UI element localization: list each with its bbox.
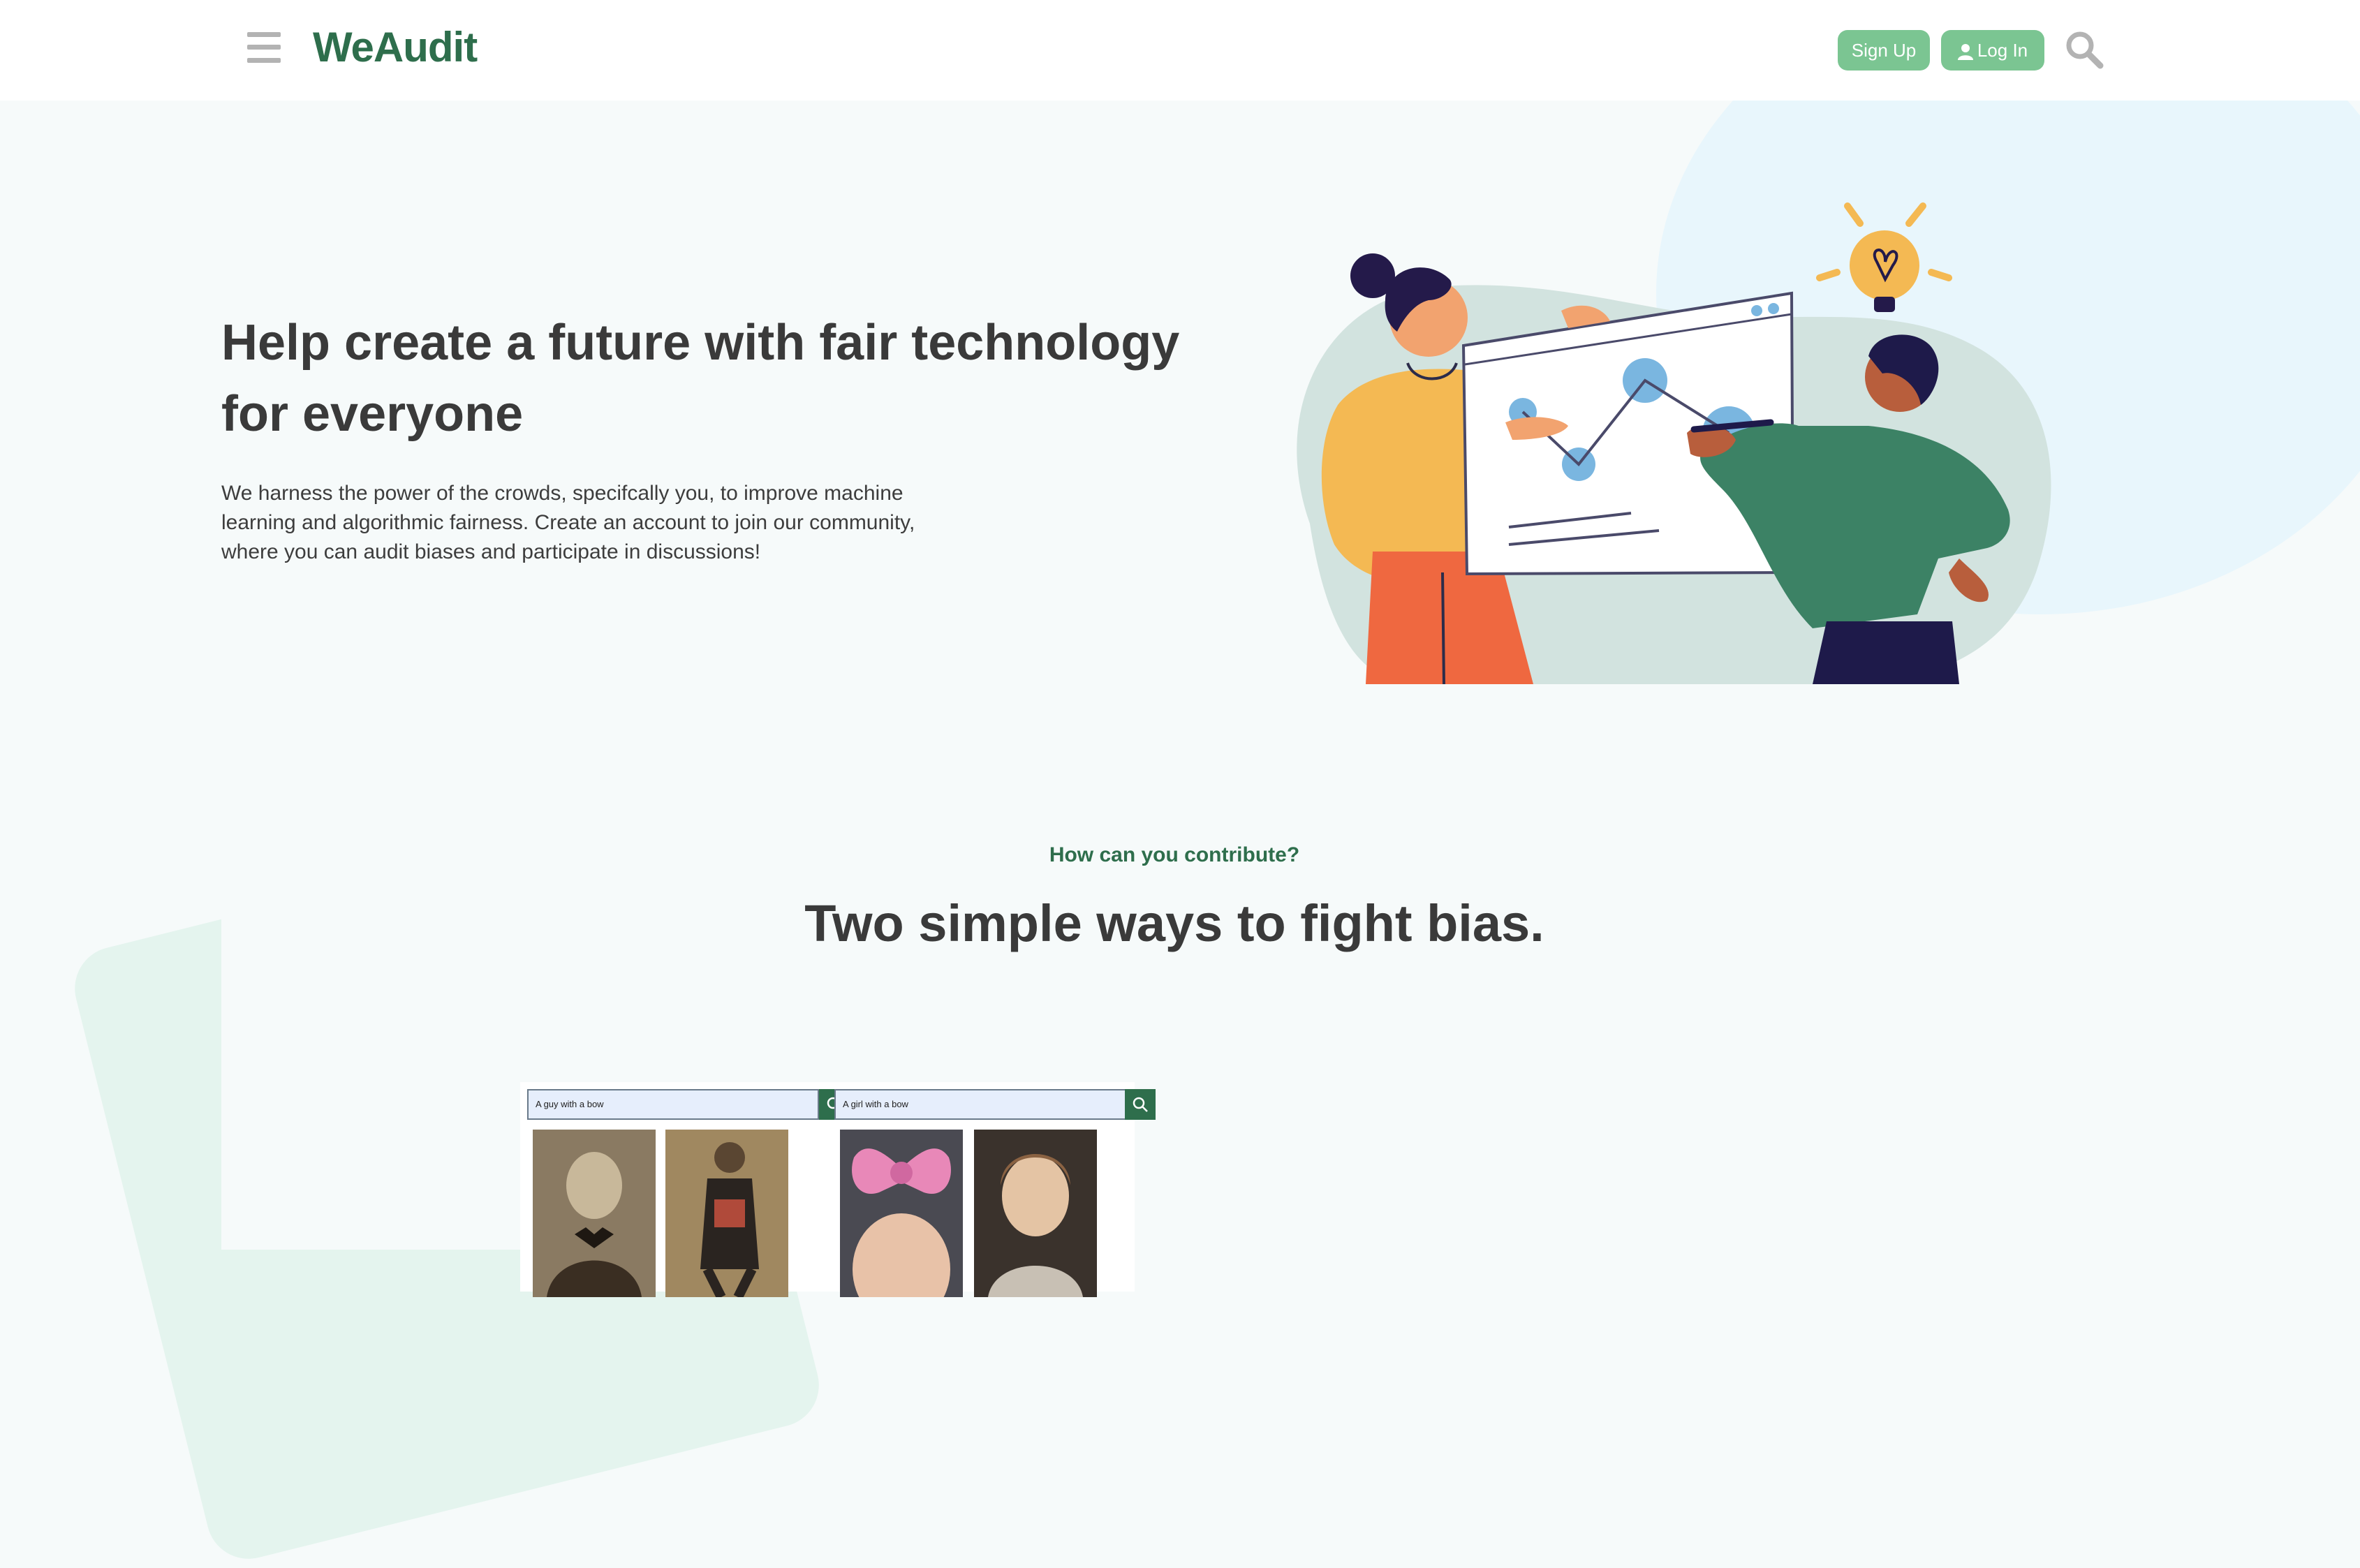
magnifier-icon bbox=[1133, 1097, 1148, 1112]
log-in-button[interactable]: Log In bbox=[1941, 30, 2044, 71]
site-header: WeAudit Sign Up Log In bbox=[0, 0, 2360, 101]
contribute-section: How can you contribute? Two simple ways … bbox=[221, 803, 2107, 1297]
log-in-label: Log In bbox=[1977, 40, 2028, 61]
section-kicker: How can you contribute? bbox=[1049, 843, 1300, 866]
sign-up-button[interactable]: Sign Up bbox=[1838, 30, 1930, 71]
hero-illustration bbox=[1297, 202, 2051, 684]
result-image-vintage-portrait bbox=[533, 1130, 656, 1297]
user-icon bbox=[1957, 44, 1973, 61]
hamburger-icon[interactable] bbox=[247, 32, 281, 63]
result-image-girl-portrait bbox=[974, 1130, 1097, 1297]
search-icon[interactable] bbox=[2064, 29, 2104, 70]
search-demo-preview: A guy with a bow A girl with a bow bbox=[520, 1082, 1156, 1297]
demo-search-button-right bbox=[1125, 1089, 1156, 1120]
hero-description: We harness the power of the crowds, spec… bbox=[221, 482, 915, 563]
demo-search-input-left: A guy with a bow bbox=[527, 1089, 819, 1120]
section-title: Two simple ways to fight bias. bbox=[804, 894, 1544, 952]
hero-title: Help create a future with fair technolog… bbox=[221, 315, 1180, 442]
demo-search-input-right: A girl with a bow bbox=[834, 1089, 1126, 1120]
result-image-man-with-bow bbox=[665, 1130, 788, 1297]
site-logo[interactable]: WeAudit bbox=[313, 20, 478, 75]
result-image-girl-pink-bow bbox=[840, 1130, 963, 1297]
